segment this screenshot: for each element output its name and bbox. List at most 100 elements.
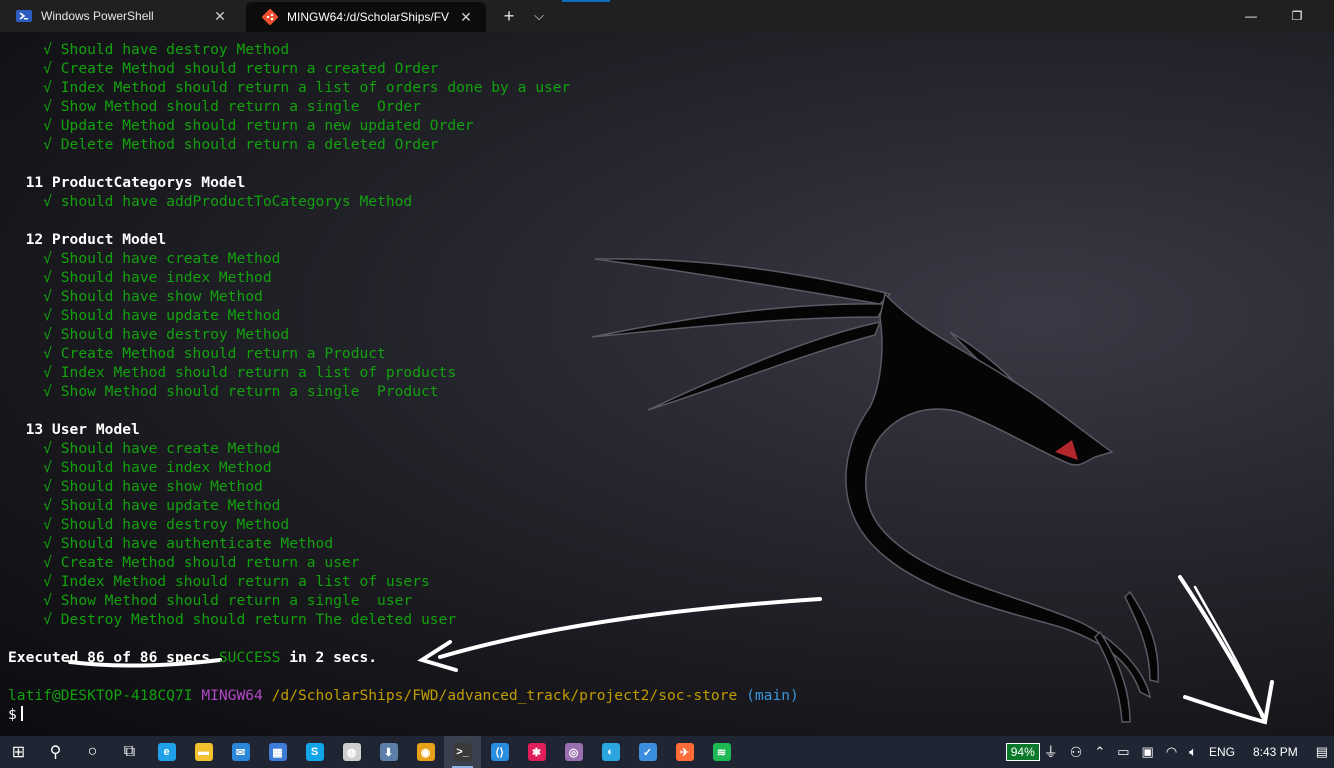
check-icon: √ [43,288,52,305]
test-pass-line: √ Create Method should return a user [8,553,1308,572]
test-pass-line: √ Should have destroy Method [8,325,1308,344]
test-pass-line: √ Show Method should return a single use… [8,591,1308,610]
test-name: Should have update Method [60,307,281,324]
prompt-branch: (main) [746,687,799,704]
test-pass-line: √ Should have authenticate Method [8,534,1308,553]
check-icon: √ [43,79,52,96]
windows-start-icon: ⊞ [11,744,26,761]
test-pass-line: √ Create Method should return a Product [8,344,1308,363]
test-pass-line: √ Update Method should return a new upda… [8,116,1308,135]
test-name: Should have destroy Method [60,516,290,533]
suite-title: 11 ProductCategorys Model [25,174,246,191]
taskbar-app-task-view[interactable]: ⧉ [111,736,148,768]
battery-icon[interactable]: ▭ [1111,736,1135,768]
new-tab-button[interactable]: + [494,0,524,32]
taskbar-app-store[interactable]: ▦ [259,736,296,768]
taskbar-app-slack[interactable]: ✱ [518,736,555,768]
taskbar-app-obs[interactable]: ◎ [555,736,592,768]
test-pass-line: √ Should have index Method [8,458,1308,477]
taskbar-app-postman[interactable]: ✈ [666,736,703,768]
check-icon: √ [43,364,52,381]
prompt-env: MINGW64 [201,687,263,704]
check-icon: √ [43,345,52,362]
taskbar-app-app[interactable]: ◍ [333,736,370,768]
taskbar-app-edge[interactable]: e [148,736,185,768]
check-icon: √ [43,307,52,324]
inbox-icon: ⬇ [379,743,398,761]
test-name: Update Method should return a new update… [60,117,474,134]
test-pass-line: √ Destroy Method should return The delet… [8,610,1308,629]
terminal-pane[interactable]: √ Should have destroy Method √ Create Me… [0,32,1334,736]
test-name: Should have create Method [60,250,281,267]
test-pass-line: √ Should have update Method [8,496,1308,515]
test-pass-line: √ Index Method should return a list of o… [8,78,1308,97]
meet-icon[interactable]: ▣ [1136,736,1160,768]
chevron-up-icon[interactable]: ⌃ [1088,736,1111,768]
maximize-button[interactable]: ❐ [1274,0,1320,32]
notification-icon[interactable]: ▤ [1310,736,1334,768]
test-name: Should have update Method [60,497,281,514]
taskbar-app-mail[interactable]: ✉ [222,736,259,768]
chevron-down-icon[interactable]: ⌵ [524,0,554,32]
text-cursor [20,706,23,721]
people-icon[interactable]: ⚇ [1064,736,1089,768]
check-icon: √ [43,269,52,286]
close-icon[interactable]: ✕ [210,8,230,25]
check-icon: √ [43,98,52,115]
test-pass-line: √ should have addProductToCategorys Meth… [8,192,1308,211]
taskbar-app-app2[interactable]: ◐ [592,736,629,768]
taskbar-app-chrome[interactable]: ◉ [407,736,444,768]
battery-indicator[interactable]: 94% ⏚ [1000,736,1064,768]
taskbar-app-cortana[interactable]: ○ [74,736,111,768]
taskbar-app-windows-start[interactable]: ⊞ [0,736,37,768]
edge-icon: e [157,743,176,761]
test-pass-line: √ Index Method should return a list of u… [8,572,1308,591]
test-name: Should have destroy Method [60,41,290,58]
test-name: Destroy Method should return The deleted… [60,611,457,628]
clock[interactable]: 8:43 PM [1241,736,1310,768]
taskbar-app-inbox[interactable]: ⬇ [370,736,407,768]
check-icon: √ [43,478,52,495]
test-pass-line: √ Should have show Method [8,287,1308,306]
task-view-icon: ⧉ [123,743,136,760]
taskbar-app-search[interactable]: ⚲ [37,736,74,768]
vscode-icon: ⟨⟩ [490,743,509,761]
wifi-icon[interactable]: ◠ [1160,736,1183,768]
tab-title: Windows PowerShell [41,9,154,23]
check-icon: √ [43,611,52,628]
chrome-icon: ◉ [416,743,435,761]
test-name: Delete Method should return a deleted Or… [60,136,439,153]
taskbar-app-spotify[interactable]: ≋ [703,736,740,768]
taskbar-app-file-explorer[interactable]: ▬ [185,736,222,768]
command-input-line[interactable]: $ [8,705,1308,724]
check-icon: √ [43,459,52,476]
minimize-button[interactable]: — [1228,0,1274,32]
language-indicator[interactable]: ENG [1203,736,1241,768]
test-name: Should have index Method [60,459,272,476]
taskbar-app-todo[interactable]: ✓ [629,736,666,768]
close-icon[interactable]: ✕ [456,9,476,26]
tab-mingw64[interactable]: MINGW64:/d/ScholarShips/FV ✕ [246,2,486,32]
volume-icon[interactable]: 🔈︎ [1183,736,1203,768]
test-name: Should have create Method [60,440,281,457]
tab-windows-powershell[interactable]: Windows PowerShell ✕ [0,0,240,32]
test-pass-line: √ Show Method should return a single Ord… [8,97,1308,116]
test-pass-line: √ Should have destroy Method [8,515,1308,534]
slack-icon: ✱ [527,743,546,761]
test-name: Show Method should return a single user [60,592,413,609]
test-name: Index Method should return a list of pro… [60,364,457,381]
taskbar-app-terminal[interactable]: >_ [444,736,481,768]
prompt-path: /d/ScholarShips/FWD/advanced_track/proje… [271,687,738,704]
taskbar-app-skype[interactable]: S [296,736,333,768]
check-icon: √ [43,41,52,58]
test-pass-line: √ Create Method should return a created … [8,59,1308,78]
terminal-icon: >_ [453,743,472,761]
taskbar-app-vscode[interactable]: ⟨⟩ [481,736,518,768]
test-pass-line: √ Should have create Method [8,249,1308,268]
test-name: Should have index Method [60,269,272,286]
search-icon: ⚲ [49,744,62,761]
test-name: should have addProductToCategorys Method [60,193,413,210]
